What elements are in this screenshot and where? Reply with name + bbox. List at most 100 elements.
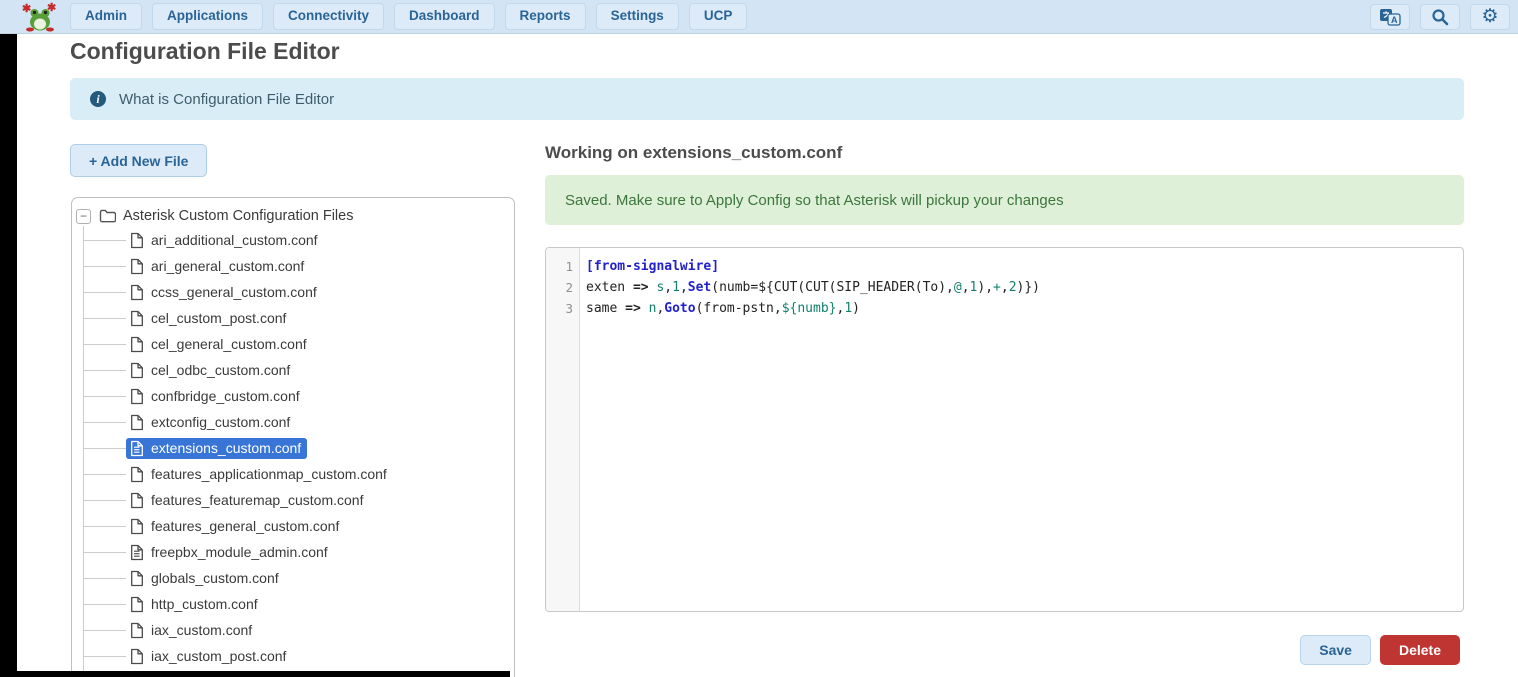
language-icon: A [1379,8,1401,26]
tree-root-node[interactable]: − Asterisk Custom Configuration Files [72,205,514,227]
code-token: @ [954,280,962,295]
tree-item: freepbx_module_admin.conf [72,539,514,565]
file-icon [130,622,144,639]
file-name: extensions_custom.conf [151,440,301,456]
nav-item-ucp[interactable]: UCP [689,3,748,29]
file-name: http_custom.conf [151,596,258,612]
collapse-icon[interactable]: − [76,209,91,224]
file-icon [130,518,144,535]
file-name: cel_odbc_custom.conf [151,362,290,378]
tree-file-ccss_general_custom.conf[interactable]: ccss_general_custom.conf [126,282,323,303]
gear-icon: ⚙ [1481,7,1498,26]
tree-file-cel_odbc_custom.conf[interactable]: cel_odbc_custom.conf [126,360,296,381]
tree-item: http_custom.conf [72,591,514,617]
code-token: Set [688,280,711,295]
nav-item-dashboard[interactable]: Dashboard [394,3,495,29]
file-name: globals_custom.conf [151,570,279,586]
tree-file-features_featuremap_custom.conf[interactable]: features_featuremap_custom.conf [126,490,369,511]
save-button[interactable]: Save [1300,635,1371,665]
file-icon [130,440,144,457]
delete-button[interactable]: Delete [1380,635,1460,665]
file-icon [130,648,144,665]
tree-file-ari_general_custom.conf[interactable]: ari_general_custom.conf [126,256,310,277]
editor-actions: Save Delete [1300,635,1460,665]
code-line: same => n,Goto(from-pstn,${numb},1) [586,298,1463,319]
tree-branch-line [84,604,126,605]
add-new-file-button[interactable]: + Add New File [70,144,207,177]
file-name: extconfig_custom.conf [151,414,290,430]
file-name: iax_custom.conf [151,622,252,638]
tree-file-freepbx_module_admin.conf[interactable]: freepbx_module_admin.conf [126,542,334,563]
tree-file-cel_general_custom.conf[interactable]: cel_general_custom.conf [126,334,313,355]
tree-item: ari_additional_custom.conf [72,227,514,253]
tree-branch-line [84,448,126,449]
code-token: (from-pstn, [696,301,782,316]
nav-item-admin[interactable]: Admin [70,3,142,29]
tree-file-globals_custom.conf[interactable]: globals_custom.conf [126,568,285,589]
file-icon [130,284,144,301]
tree-file-iax_custom.conf[interactable]: iax_custom.conf [126,620,258,641]
line-number: 1 [546,256,573,277]
code-editor: 123 [from-signalwire]exten => s,1,Set(nu… [545,247,1464,612]
saved-alert: Saved. Make sure to Apply Config so that… [545,175,1464,225]
tree-root-label: Asterisk Custom Configuration Files [123,208,353,224]
saved-alert-text: Saved. Make sure to Apply Config so that… [565,192,1064,209]
code-token: , [962,280,970,295]
freepbx-logo-icon[interactable]: ✱ ✱ [22,2,58,32]
tree-file-features_general_custom.conf[interactable]: features_general_custom.conf [126,516,345,537]
page-title: Configuration File Editor [70,38,340,65]
file-icon [130,258,144,275]
info-icon: i [90,91,106,107]
code-token: + [993,280,1001,295]
file-name: confbridge_custom.conf [151,388,300,404]
nav-item-reports[interactable]: Reports [505,3,586,29]
tree-file-http_custom.conf[interactable]: http_custom.conf [126,594,264,615]
code-line: [from-signalwire] [586,256,1463,277]
search-button[interactable] [1420,4,1460,30]
svg-text:✱: ✱ [22,3,31,15]
tree-branch-line [84,318,126,319]
language-button[interactable]: A [1370,4,1410,30]
file-icon [130,544,144,561]
tree-item: confbridge_custom.conf [72,383,514,409]
help-banner[interactable]: i What is Configuration File Editor [70,78,1464,120]
file-icon [130,596,144,613]
code-token: (numb=${CUT(CUT(SIP_HEADER(To), [711,280,954,295]
tree-branch-line [84,526,126,527]
help-banner-text: What is Configuration File Editor [119,91,334,108]
file-name: freepbx_module_admin.conf [151,544,328,560]
nav-item-connectivity[interactable]: Connectivity [273,3,384,29]
code-text-area[interactable]: [from-signalwire]exten => s,1,Set(numb=$… [580,248,1463,611]
tree-file-cel_custom_post.conf[interactable]: cel_custom_post.conf [126,308,292,329]
working-on-heading: Working on extensions_custom.conf [545,143,842,163]
tree-item: ari_general_custom.conf [72,253,514,279]
tree-file-confbridge_custom.conf[interactable]: confbridge_custom.conf [126,386,306,407]
line-number: 3 [546,298,573,319]
svg-text:A: A [1391,15,1398,25]
file-icon [130,232,144,249]
tree-branch-line [84,500,126,501]
file-icon [130,362,144,379]
tree-branch-line [84,656,126,657]
code-token: ${numb} [782,301,837,316]
tree-file-extensions_custom.conf[interactable]: extensions_custom.conf [126,438,307,459]
code-token: 1 [672,280,680,295]
file-icon [130,310,144,327]
tree-file-extconfig_custom.conf[interactable]: extconfig_custom.conf [126,412,296,433]
tree-file-features_applicationmap_custom.conf[interactable]: features_applicationmap_custom.conf [126,464,393,485]
tree-item: iax_custom.conf [72,617,514,643]
tree-item: cel_custom_post.conf [72,305,514,331]
tree-branch-line [84,630,126,631]
settings-button[interactable]: ⚙ [1470,4,1510,30]
tree-file-iax_custom_post.conf[interactable]: iax_custom_post.conf [126,646,292,667]
file-name: cel_general_custom.conf [151,336,307,352]
file-icon [130,570,144,587]
tree-branch-line [84,370,126,371]
tree-item: globals_custom.conf [72,565,514,591]
freepbx-window: ✱ ✱ Admin Applications Connectivity Dashboa… [0,0,1518,677]
nav-item-applications[interactable]: Applications [152,3,263,29]
tree-file-ari_additional_custom.conf[interactable]: ari_additional_custom.conf [126,230,324,251]
nav-item-settings[interactable]: Settings [596,3,679,29]
file-name: iax_custom_post.conf [151,648,286,664]
top-navbar: ✱ ✱ Admin Applications Connectivity Dashboa… [0,0,1518,34]
